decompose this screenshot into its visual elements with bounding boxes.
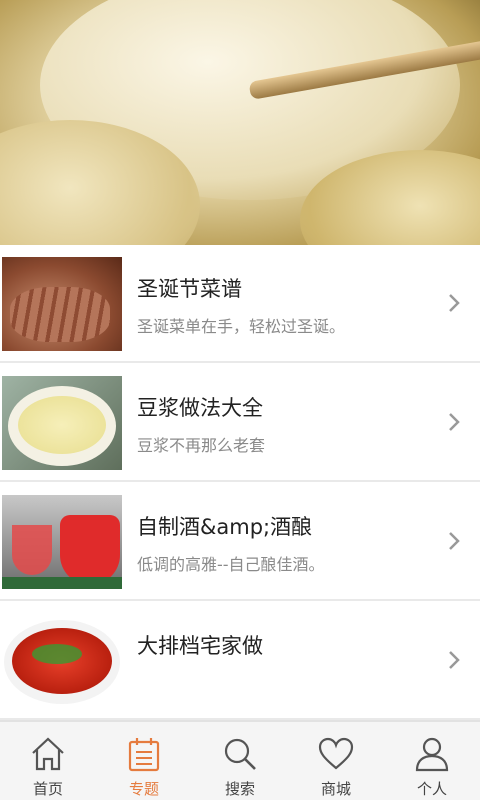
chevron-right-icon <box>449 413 460 431</box>
tab-label: 搜索 <box>224 780 255 798</box>
chevron-right-icon <box>449 294 460 312</box>
bottom-tab-bar: 首页 专题 搜索 商城 个人 <box>0 720 480 800</box>
person-icon <box>415 737 449 772</box>
hero-banner-image[interactable] <box>0 0 480 245</box>
tab-topics[interactable]: 专题 <box>96 722 192 800</box>
thumbnail-soy-milk <box>2 376 122 470</box>
item-title: 豆浆做法大全 <box>137 396 263 420</box>
thumbnail-roast-meat <box>2 257 122 351</box>
tab-label: 专题 <box>128 780 159 798</box>
topic-list: 圣诞节菜谱 圣诞菜单在手，轻松过圣诞。 豆浆做法大全 豆浆不再那么老套 自制酒&… <box>0 245 480 720</box>
item-subtitle: 豆浆不再那么老套 <box>137 436 266 455</box>
list-item[interactable]: 圣诞节菜谱 圣诞菜单在手，轻松过圣诞。 <box>0 245 480 363</box>
thumbnail-red-drink <box>2 495 122 589</box>
tab-label: 首页 <box>32 780 63 798</box>
list-item[interactable]: 自制酒&amp;酒酿 低调的高雅--自己酿佳酒。 <box>0 483 480 601</box>
item-title: 自制酒&amp;酒酿 <box>137 515 313 539</box>
chevron-right-icon <box>449 532 460 550</box>
tab-label: 商城 <box>320 780 351 798</box>
heart-icon <box>318 737 354 770</box>
home-icon <box>32 737 64 771</box>
list-item[interactable]: 大排档宅家做 <box>0 602 480 720</box>
item-subtitle: 低调的高雅--自己酿佳酒。 <box>137 555 325 574</box>
tab-mall[interactable]: 商城 <box>288 722 384 800</box>
search-icon <box>224 738 256 770</box>
item-title: 大排档宅家做 <box>137 634 263 658</box>
tab-label: 个人 <box>416 780 447 798</box>
chevron-right-icon <box>449 651 460 669</box>
topics-icon <box>128 738 160 772</box>
tab-search[interactable]: 搜索 <box>192 722 288 800</box>
item-title: 圣诞节菜谱 <box>137 277 242 301</box>
tab-profile[interactable]: 个人 <box>384 722 480 800</box>
item-subtitle: 圣诞菜单在手，轻松过圣诞。 <box>137 317 346 336</box>
thumbnail-crayfish <box>2 614 122 708</box>
tab-home[interactable]: 首页 <box>0 722 96 800</box>
list-item[interactable]: 豆浆做法大全 豆浆不再那么老套 <box>0 364 480 482</box>
